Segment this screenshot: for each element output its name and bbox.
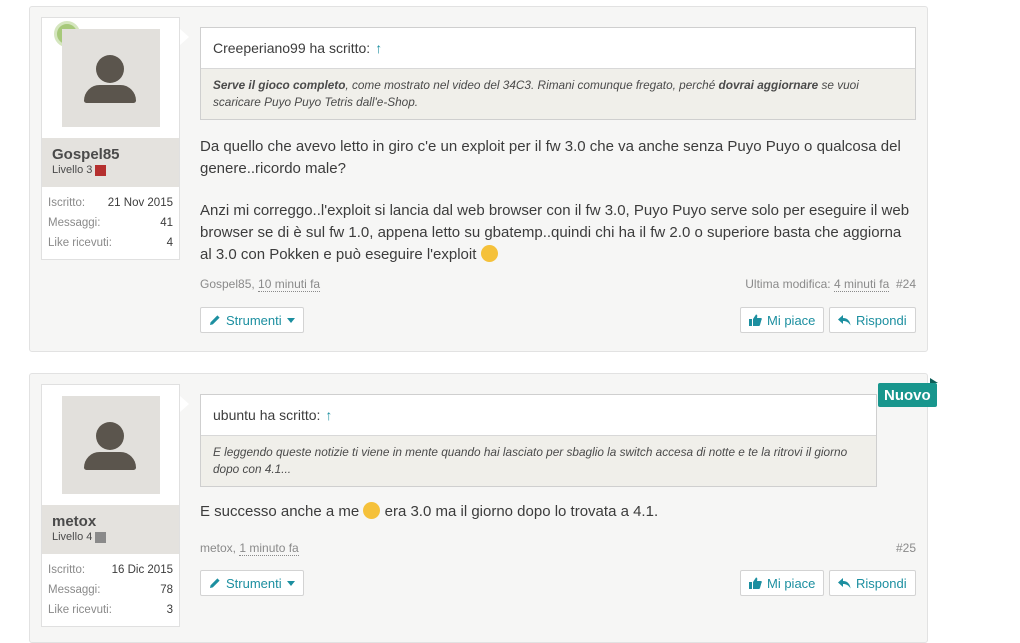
quote-bold-1: Serve il gioco completo: [213, 78, 346, 92]
message-paragraph: Anzi mi correggo..l'exploit si lancia da…: [200, 202, 910, 263]
pencil-icon: [210, 578, 220, 588]
user-stats: Iscritto: 21 Nov 2015 Messaggi: 41 Like ri…: [42, 187, 179, 259]
avatar[interactable]: [61, 396, 160, 494]
post-number[interactable]: #24: [896, 277, 916, 291]
post-content: ubuntu ha scritto: ↑ E leggendo queste no…: [200, 394, 877, 523]
thumbs-up-icon: [749, 314, 762, 326]
message-body: E successo anche a me era 3.0 ma il gior…: [200, 501, 877, 523]
user-card: Gospel85 Livello 3 Iscritto: 21 Nov 2015 …: [41, 17, 180, 260]
caret-down-icon: [286, 317, 295, 323]
quote-author: Creeperiano99 ha scritto:: [213, 40, 371, 56]
post-pointer: [180, 396, 189, 412]
post-content: Creeperiano99 ha scritto: ↑ Serve il gioc…: [200, 27, 916, 266]
like-button[interactable]: Mi piace: [740, 307, 825, 333]
post-meta: metox, 1 minuto fa #25: [200, 541, 916, 556]
tools-button[interactable]: Strumenti: [200, 570, 304, 596]
user-level-label: Livello 3: [52, 164, 93, 176]
pensive-emoji-icon: [363, 502, 381, 519]
user-card: metox Livello 4 Iscritto: 16 Dic 2015 Mes…: [41, 384, 180, 627]
caret-down-icon: [286, 580, 295, 586]
reply-icon: [838, 314, 851, 325]
post-edit-info: Ultima modifica: 4 minuti fa #24: [745, 277, 916, 292]
post-author-time: metox, 1 minuto fa: [200, 541, 299, 556]
post-pointer: [180, 29, 189, 45]
quote-jump-icon[interactable]: ↑: [325, 407, 332, 423]
stat-value: 21 Nov 2015: [107, 197, 173, 209]
reply-button[interactable]: Rispondi: [829, 307, 916, 333]
avatar-container: [42, 385, 179, 505]
reply-label: Rispondi: [856, 312, 907, 328]
like-label: Mi piace: [767, 575, 816, 591]
level-badge-icon: [95, 164, 107, 176]
thread-page: Gospel85 Livello 3 Iscritto: 21 Nov 2015 …: [0, 0, 1020, 643]
like-button[interactable]: Mi piace: [740, 570, 825, 596]
edited-label: Ultima modifica:: [745, 277, 831, 291]
new-post-badge: Nuovo: [878, 378, 938, 407]
stat-value: 4: [166, 237, 173, 249]
message-body: Da quello che avevo letto in giro c'e un…: [200, 136, 916, 266]
stat-value: 41: [160, 217, 173, 229]
like-label: Mi piace: [767, 312, 816, 328]
post-time[interactable]: 10 minuti fa: [258, 277, 321, 292]
edited-time[interactable]: 4 minuti fa: [833, 277, 890, 292]
quote-text-1: , come mostrato nel video del 34C3. Rima…: [345, 78, 719, 92]
message-paragraph-with-emoji: Anzi mi correggo..l'exploit si lancia da…: [200, 200, 916, 266]
quote-jump-icon[interactable]: ↑: [375, 40, 382, 56]
quote-header: ubuntu ha scritto: ↑: [201, 395, 876, 436]
stat-row: Like ricevuti: 4: [48, 233, 173, 253]
message-text-1: E successo anche a me: [200, 503, 360, 520]
stat-value: 78: [160, 584, 173, 596]
stat-label: Messaggi:: [48, 584, 101, 596]
user-level: Livello 4: [52, 531, 169, 543]
quote-bold-2: dovrai aggiornare: [718, 78, 819, 92]
stat-label: Iscritto:: [48, 197, 86, 209]
stat-row: Like ricevuti: 3: [48, 600, 173, 620]
pencil-icon: [210, 315, 220, 325]
stat-row: Iscritto: 16 Dic 2015: [48, 560, 173, 580]
tools-label: Strumenti: [226, 575, 282, 591]
user-level-label: Livello 4: [52, 531, 93, 543]
grin-emoji-icon: [480, 245, 498, 262]
stat-row: Iscritto: 21 Nov 2015: [48, 193, 173, 213]
stat-row: Messaggi: 78: [48, 580, 173, 600]
post-24: Gospel85 Livello 3 Iscritto: 21 Nov 2015 …: [29, 6, 928, 352]
post-author[interactable]: Gospel85,: [200, 277, 255, 291]
username-block: Gospel85 Livello 3: [42, 138, 179, 187]
message-text-2: era 3.0 ma il giorno dopo lo trovata a 4…: [384, 503, 659, 520]
quote-author: ubuntu ha scritto:: [213, 407, 321, 423]
avatar-container: [42, 18, 179, 138]
avatar[interactable]: [61, 29, 160, 127]
stat-label: Messaggi:: [48, 217, 101, 229]
stat-value: 3: [166, 604, 173, 616]
reply-icon: [838, 577, 851, 588]
stat-label: Iscritto:: [48, 564, 86, 576]
level-badge-icon: [95, 531, 107, 543]
tools-label: Strumenti: [226, 312, 282, 328]
message-paragraph: Da quello che avevo letto in giro c'e un…: [200, 138, 901, 177]
post-meta: Gospel85, 10 minuti fa Ultima modifica: …: [200, 277, 916, 292]
quote-header: Creeperiano99 ha scritto: ↑: [201, 28, 915, 69]
quote-block: ubuntu ha scritto: ↑ E leggendo queste no…: [200, 394, 877, 487]
username[interactable]: metox: [52, 513, 169, 531]
post-author-time: Gospel85, 10 minuti fa: [200, 277, 321, 292]
stat-label: Like ricevuti:: [48, 604, 112, 616]
reply-button[interactable]: Rispondi: [829, 570, 916, 596]
stat-value: 16 Dic 2015: [111, 564, 173, 576]
username-block: metox Livello 4: [42, 505, 179, 554]
post-25: metox Livello 4 Iscritto: 16 Dic 2015 Mes…: [29, 373, 928, 643]
user-level: Livello 3: [52, 164, 169, 176]
user-stats: Iscritto: 16 Dic 2015 Messaggi: 78 Like ri…: [42, 554, 179, 626]
username[interactable]: Gospel85: [52, 146, 169, 164]
quote-block: Creeperiano99 ha scritto: ↑ Serve il gioc…: [200, 27, 916, 120]
stat-label: Like ricevuti:: [48, 237, 112, 249]
stat-row: Messaggi: 41: [48, 213, 173, 233]
thumbs-up-icon: [749, 577, 762, 589]
post-number[interactable]: #25: [896, 541, 916, 555]
reply-label: Rispondi: [856, 575, 907, 591]
post-time[interactable]: 1 minuto fa: [239, 541, 299, 556]
quote-body: Serve il gioco completo, come mostrato n…: [201, 69, 915, 119]
post-author[interactable]: metox,: [200, 541, 236, 555]
quote-body: E leggendo queste notizie ti viene in me…: [201, 436, 876, 486]
tools-button[interactable]: Strumenti: [200, 307, 304, 333]
